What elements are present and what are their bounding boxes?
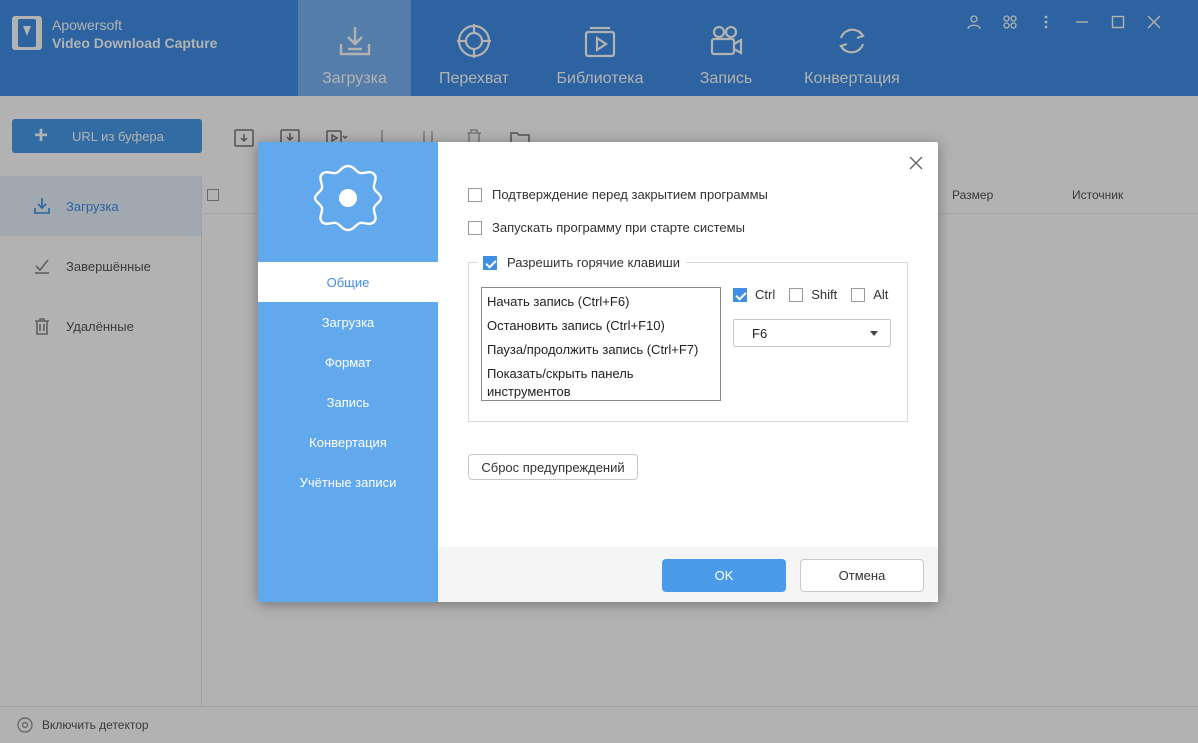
settings-menu-general[interactable]: Общие <box>258 262 438 302</box>
chevron-down-icon <box>870 330 878 336</box>
hotkey-item-stop[interactable]: Остановить запись (Ctrl+F10) <box>482 317 720 341</box>
settings-menu-download[interactable]: Загрузка <box>258 302 438 342</box>
cancel-button[interactable]: Отмена <box>800 559 924 592</box>
autostart-option[interactable]: Запускать программу при старте системы <box>468 220 745 235</box>
settings-sidebar: Общие Загрузка Формат Запись Конвертация… <box>258 142 438 602</box>
hotkey-item-pause[interactable]: Пауза/продолжить запись (Ctrl+F7) <box>482 341 720 365</box>
autostart-checkbox[interactable] <box>468 220 482 235</box>
hotkey-list[interactable]: Начать запись (Ctrl+F6) Остановить запис… <box>481 287 721 401</box>
modifier-alt[interactable]: Alt <box>851 287 888 302</box>
ctrl-checkbox[interactable] <box>733 287 747 302</box>
hotkeys-label: Разрешить горячие клавиши <box>507 255 680 270</box>
settings-menu-convert[interactable]: Конвертация <box>258 422 438 462</box>
hotkey-key-select[interactable]: F6 <box>733 319 891 347</box>
confirm-exit-option[interactable]: Подтверждение перед закрытием программы <box>468 187 768 202</box>
hotkeys-option[interactable]: Разрешить горячие клавиши <box>477 255 686 270</box>
modifier-ctrl[interactable]: Ctrl <box>733 287 775 302</box>
confirm-exit-checkbox[interactable] <box>468 187 482 202</box>
settings-menu: Общие Загрузка Формат Запись Конвертация… <box>258 262 438 502</box>
settings-menu-format[interactable]: Формат <box>258 342 438 382</box>
hotkey-key-value: F6 <box>752 325 768 341</box>
dialog-footer: OK Отмена <box>438 547 938 602</box>
settings-menu-record[interactable]: Запись <box>258 382 438 422</box>
settings-content: Подтверждение перед закрытием программы … <box>438 142 938 547</box>
alt-label: Alt <box>873 287 889 302</box>
shift-label: Shift <box>811 287 838 302</box>
hotkey-item-toolbar[interactable]: Показать/скрыть панель инструментов <box>482 365 720 399</box>
shift-checkbox[interactable] <box>789 287 804 302</box>
reset-warnings-button[interactable]: Сброс предупреждений <box>468 454 638 480</box>
modifier-keys: Ctrl Shift Alt <box>733 287 888 302</box>
hotkeys-checkbox[interactable] <box>483 255 497 270</box>
ok-button[interactable]: OK <box>662 559 786 592</box>
settings-dialog: Общие Загрузка Формат Запись Конвертация… <box>258 142 938 602</box>
ctrl-label: Ctrl <box>755 287 776 302</box>
hotkey-item-start[interactable]: Начать запись (Ctrl+F6) <box>482 293 720 317</box>
alt-checkbox[interactable] <box>851 287 866 302</box>
confirm-exit-label: Подтверждение перед закрытием программы <box>492 187 768 202</box>
hotkeys-group: Разрешить горячие клавиши Начать запись … <box>468 255 908 422</box>
settings-menu-accounts[interactable]: Учётные записи <box>258 462 438 502</box>
settings-gear-icon <box>313 164 383 232</box>
autostart-label: Запускать программу при старте системы <box>492 220 745 235</box>
modifier-shift[interactable]: Shift <box>789 287 837 302</box>
